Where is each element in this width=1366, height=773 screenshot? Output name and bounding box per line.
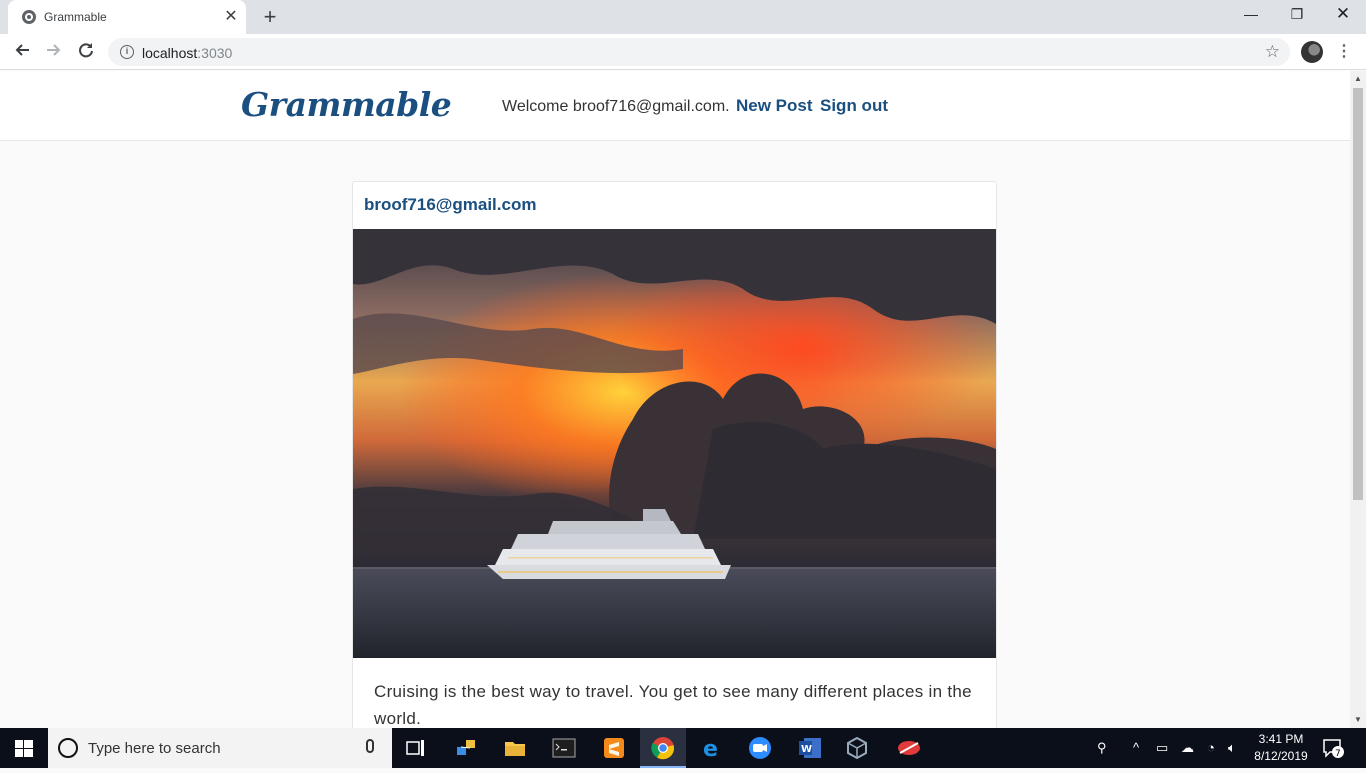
browser-tab[interactable]: Grammable ✕ [8, 0, 246, 34]
post-author: broof716@gmail.com [364, 195, 537, 214]
bookmark-star-icon[interactable]: ☆ [1265, 42, 1280, 62]
volume-icon[interactable]: 🔈︎ [1228, 740, 1236, 756]
address-bar[interactable]: i localhost:3030 ☆ [108, 38, 1290, 66]
new-post-link[interactable]: New Post [736, 96, 813, 116]
svg-text:W: W [801, 744, 812, 755]
restore-button[interactable]: ❐ [1274, 0, 1320, 30]
post-caption: Cruising is the best way to travel. You … [374, 682, 972, 728]
post-image [353, 229, 996, 658]
tab-title: Grammable [44, 10, 107, 24]
people-icon[interactable]: ⚲ [1097, 740, 1107, 756]
svg-text:7: 7 [1335, 749, 1341, 758]
microphone-icon[interactable] [366, 739, 374, 753]
reload-button[interactable] [72, 38, 100, 66]
sublime-text-icon[interactable] [600, 734, 628, 762]
scroll-down-arrow[interactable]: ▼ [1350, 712, 1366, 728]
network-app-icon[interactable] [452, 734, 480, 762]
minimize-button[interactable]: — [1228, 0, 1274, 30]
onedrive-cloud-icon[interactable]: ☁ [1181, 740, 1194, 756]
wifi-icon[interactable]: ◔ [1207, 740, 1215, 755]
file-explorer-icon[interactable] [501, 734, 529, 762]
cortana-icon [58, 738, 78, 758]
sign-out-link[interactable]: Sign out [820, 96, 888, 116]
edge-icon[interactable]: e [698, 734, 726, 762]
forward-button[interactable] [40, 38, 68, 66]
task-view-icon[interactable] [402, 734, 430, 762]
battery-icon[interactable]: ▭ [1156, 740, 1168, 756]
url-text: localhost:3030 [142, 45, 233, 61]
brand-logo[interactable]: Grammable [241, 85, 452, 124]
profile-avatar[interactable] [1301, 41, 1323, 63]
word-icon[interactable]: W [796, 734, 824, 762]
start-button[interactable] [0, 728, 48, 768]
menu-dots-icon[interactable]: ⋮ [1336, 40, 1352, 64]
virtualbox-icon[interactable] [843, 734, 871, 762]
notification-center-icon[interactable]: 7 [1322, 738, 1344, 759]
welcome-text: Welcome broof716@gmail.com. [502, 98, 730, 115]
clock-date: 8/12/2019 [1254, 749, 1308, 763]
system-clock[interactable]: 3:41 PM 8/12/2019 [1246, 731, 1316, 765]
search-placeholder: Type here to search [88, 740, 221, 757]
page-scrollbar[interactable]: ▲ ▼ [1350, 71, 1366, 728]
new-tab-button[interactable]: + [258, 5, 282, 29]
scroll-thumb[interactable] [1353, 88, 1363, 500]
windows-taskbar: Type here to search e W ⚲ ^ ▭ ☁ ◔ 🔈︎ 3:4… [0, 728, 1366, 768]
close-icon[interactable]: ✕ [222, 8, 240, 26]
post-card: broof716@gmail.com Cruising is the best … [352, 181, 997, 728]
close-window-button[interactable]: ✕ [1320, 0, 1366, 30]
windows-logo-icon [15, 740, 33, 757]
svg-text:e: e [703, 737, 718, 759]
page-viewport: Grammable Welcome broof716@gmail.com. Ne… [0, 71, 1350, 728]
browser-toolbar: i localhost:3030 ☆ ⋮ [0, 34, 1366, 70]
site-navbar: Grammable Welcome broof716@gmail.com. Ne… [0, 71, 1350, 141]
terminal-icon[interactable] [550, 734, 578, 762]
chevron-up-icon[interactable]: ^ [1133, 740, 1139, 755]
scroll-up-arrow[interactable]: ▲ [1350, 71, 1366, 87]
taskbar-search[interactable]: Type here to search [48, 728, 392, 768]
zoom-icon[interactable] [746, 734, 774, 762]
browser-tabstrip: Grammable ✕ + — ❐ ✕ [0, 0, 1366, 34]
globe-icon [22, 10, 36, 24]
back-button[interactable] [8, 38, 36, 66]
snipping-tool-icon[interactable] [895, 734, 923, 762]
clock-time: 3:41 PM [1258, 732, 1304, 746]
info-icon[interactable]: i [120, 45, 134, 59]
chrome-icon[interactable] [649, 734, 677, 762]
